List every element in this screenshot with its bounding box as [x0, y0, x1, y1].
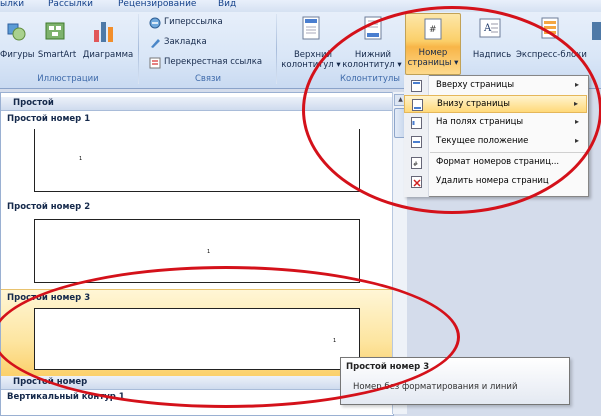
menu-item-current-position[interactable]: Текущее положение ▸ [404, 133, 587, 151]
page-number-label: страницы [407, 58, 452, 68]
gallery-category-simple: Простой [1, 97, 393, 111]
cross-reference-icon [149, 57, 161, 69]
menu-item-label: Удалить номера страниц [436, 176, 549, 186]
cross-reference-button[interactable]: Перекрестная ссылка [164, 57, 262, 67]
menu-item-remove-page-numbers[interactable]: Удалить номера страниц [404, 173, 587, 191]
smartart-button[interactable]: SmartArt [36, 50, 78, 60]
tab-view[interactable]: Вид [218, 0, 236, 9]
menu-item-page-margins[interactable]: На полях страницы ▸ [404, 114, 587, 132]
menu-item-label: Внизу страницы [437, 99, 510, 109]
chart-icon [92, 18, 118, 44]
menu-item-label: На полях страницы [436, 117, 524, 127]
submenu-arrow-icon: ▸ [573, 99, 578, 108]
quickparts-button[interactable]: Экспресс-блоки [516, 50, 587, 60]
page-preview: 1 [34, 308, 360, 370]
svg-text:#: # [413, 161, 418, 168]
separator [138, 14, 139, 84]
tooltip-description: Номер без форматирования и линий [353, 382, 518, 392]
menu-item-label: Вверху страницы [436, 80, 515, 90]
gallery-item-title: Простой номер 1 [7, 114, 91, 124]
menu-item-top-of-page[interactable]: Вверху страницы ▸ [404, 77, 587, 95]
page-preview: 1 [34, 219, 360, 283]
category-label: Простой номер [13, 377, 88, 387]
remove-page-numbers-icon [411, 176, 422, 188]
page-number-preview: 1 [333, 338, 337, 344]
header-button-line1[interactable]: Верхний [284, 50, 342, 60]
bookmark-button[interactable]: Закладка [164, 37, 207, 47]
shapes-icon [6, 20, 26, 42]
page-margins-icon [411, 117, 422, 129]
gallery-item-title: Простой номер 3 [7, 293, 91, 303]
textbox-button[interactable]: Надпись [468, 50, 516, 60]
gallery-item-simple-1[interactable]: Простой номер 1 1 [1, 111, 393, 201]
bookmark-icon [149, 37, 161, 49]
hyperlink-button[interactable]: Гиперссылка [164, 17, 223, 27]
gallery-item-title: Простой номер 2 [7, 202, 91, 212]
separator [276, 14, 277, 84]
svg-text:A: A [483, 23, 492, 34]
footer-button-line1[interactable]: Нижний [344, 50, 402, 60]
footer-button-line2[interactable]: колонтитул ▾ [338, 60, 406, 70]
menu-item-label: Формат номеров страниц... [436, 157, 560, 167]
shapes-button[interactable]: Фигуры [0, 50, 34, 60]
wordart-icon [591, 20, 601, 42]
page-bottom-icon [412, 99, 423, 111]
gallery-tooltip: Простой номер 3 Номер без форматирования… [340, 357, 570, 405]
header-icon [302, 16, 320, 40]
page-preview: 1 [34, 129, 360, 192]
tab-mailings[interactable]: Рассылки [48, 0, 93, 9]
gallery-item-simple-2[interactable]: Простой номер 2 1 [1, 199, 393, 289]
textbox-icon: A [479, 18, 501, 38]
menu-item-bottom-of-page[interactable]: Внизу страницы ▸ [404, 95, 587, 113]
page-number-preview: 1 [207, 249, 211, 255]
ribbon-tabs: ылки Рассылки Рецензирование Вид [0, 0, 601, 12]
footer-label: колонтитул [342, 60, 395, 70]
links-group-label: Связи [194, 74, 222, 84]
submenu-arrow-icon: ▸ [574, 117, 579, 126]
page-number-icon: # [424, 18, 442, 40]
illustrations-group-label: Иллюстрации [37, 74, 99, 84]
gallery-category-simple-number: Простой номер [1, 376, 393, 390]
page-number-preview: 1 [79, 156, 83, 162]
current-position-icon [411, 136, 422, 148]
chart-button[interactable]: Диаграмма [80, 50, 136, 60]
header-label: колонтитул [281, 60, 334, 70]
menu-item-label: Текущее положение [436, 136, 529, 146]
header-button-line2[interactable]: колонтитул ▾ [278, 60, 344, 70]
page-number-label-line1: Номер [418, 48, 448, 58]
category-label: Простой [13, 98, 54, 108]
dropdown-arrow-icon: ▾ [397, 60, 402, 70]
quickparts-icon [540, 17, 560, 39]
smartart-icon [44, 20, 66, 42]
page-number-label-line2: страницы ▾ [406, 58, 460, 68]
menu-separator [430, 152, 586, 153]
format-page-numbers-icon: # [411, 157, 422, 169]
page-number-button[interactable]: # Номер страницы ▾ [405, 13, 461, 75]
dropdown-arrow-icon: ▾ [454, 58, 459, 68]
tooltip-title: Простой номер 3 [346, 362, 430, 372]
gallery-item-title[interactable]: Вертикальный контур 1 [7, 392, 125, 402]
tab-links[interactable]: ылки [0, 0, 24, 9]
gallery-item-simple-3[interactable]: Простой номер 3 1 [1, 289, 393, 377]
svg-text:#: # [429, 25, 437, 35]
page-top-icon [411, 80, 422, 92]
footer-icon [364, 16, 382, 40]
submenu-arrow-icon: ▸ [574, 136, 579, 145]
submenu-arrow-icon: ▸ [574, 80, 579, 89]
menu-item-format-page-numbers[interactable]: # Формат номеров страниц... [404, 154, 587, 172]
tab-review[interactable]: Рецензирование [118, 0, 196, 9]
hyperlink-icon [149, 17, 161, 29]
page-number-gallery: Простой Простой номер 1 1 Простой номер … [0, 92, 394, 416]
